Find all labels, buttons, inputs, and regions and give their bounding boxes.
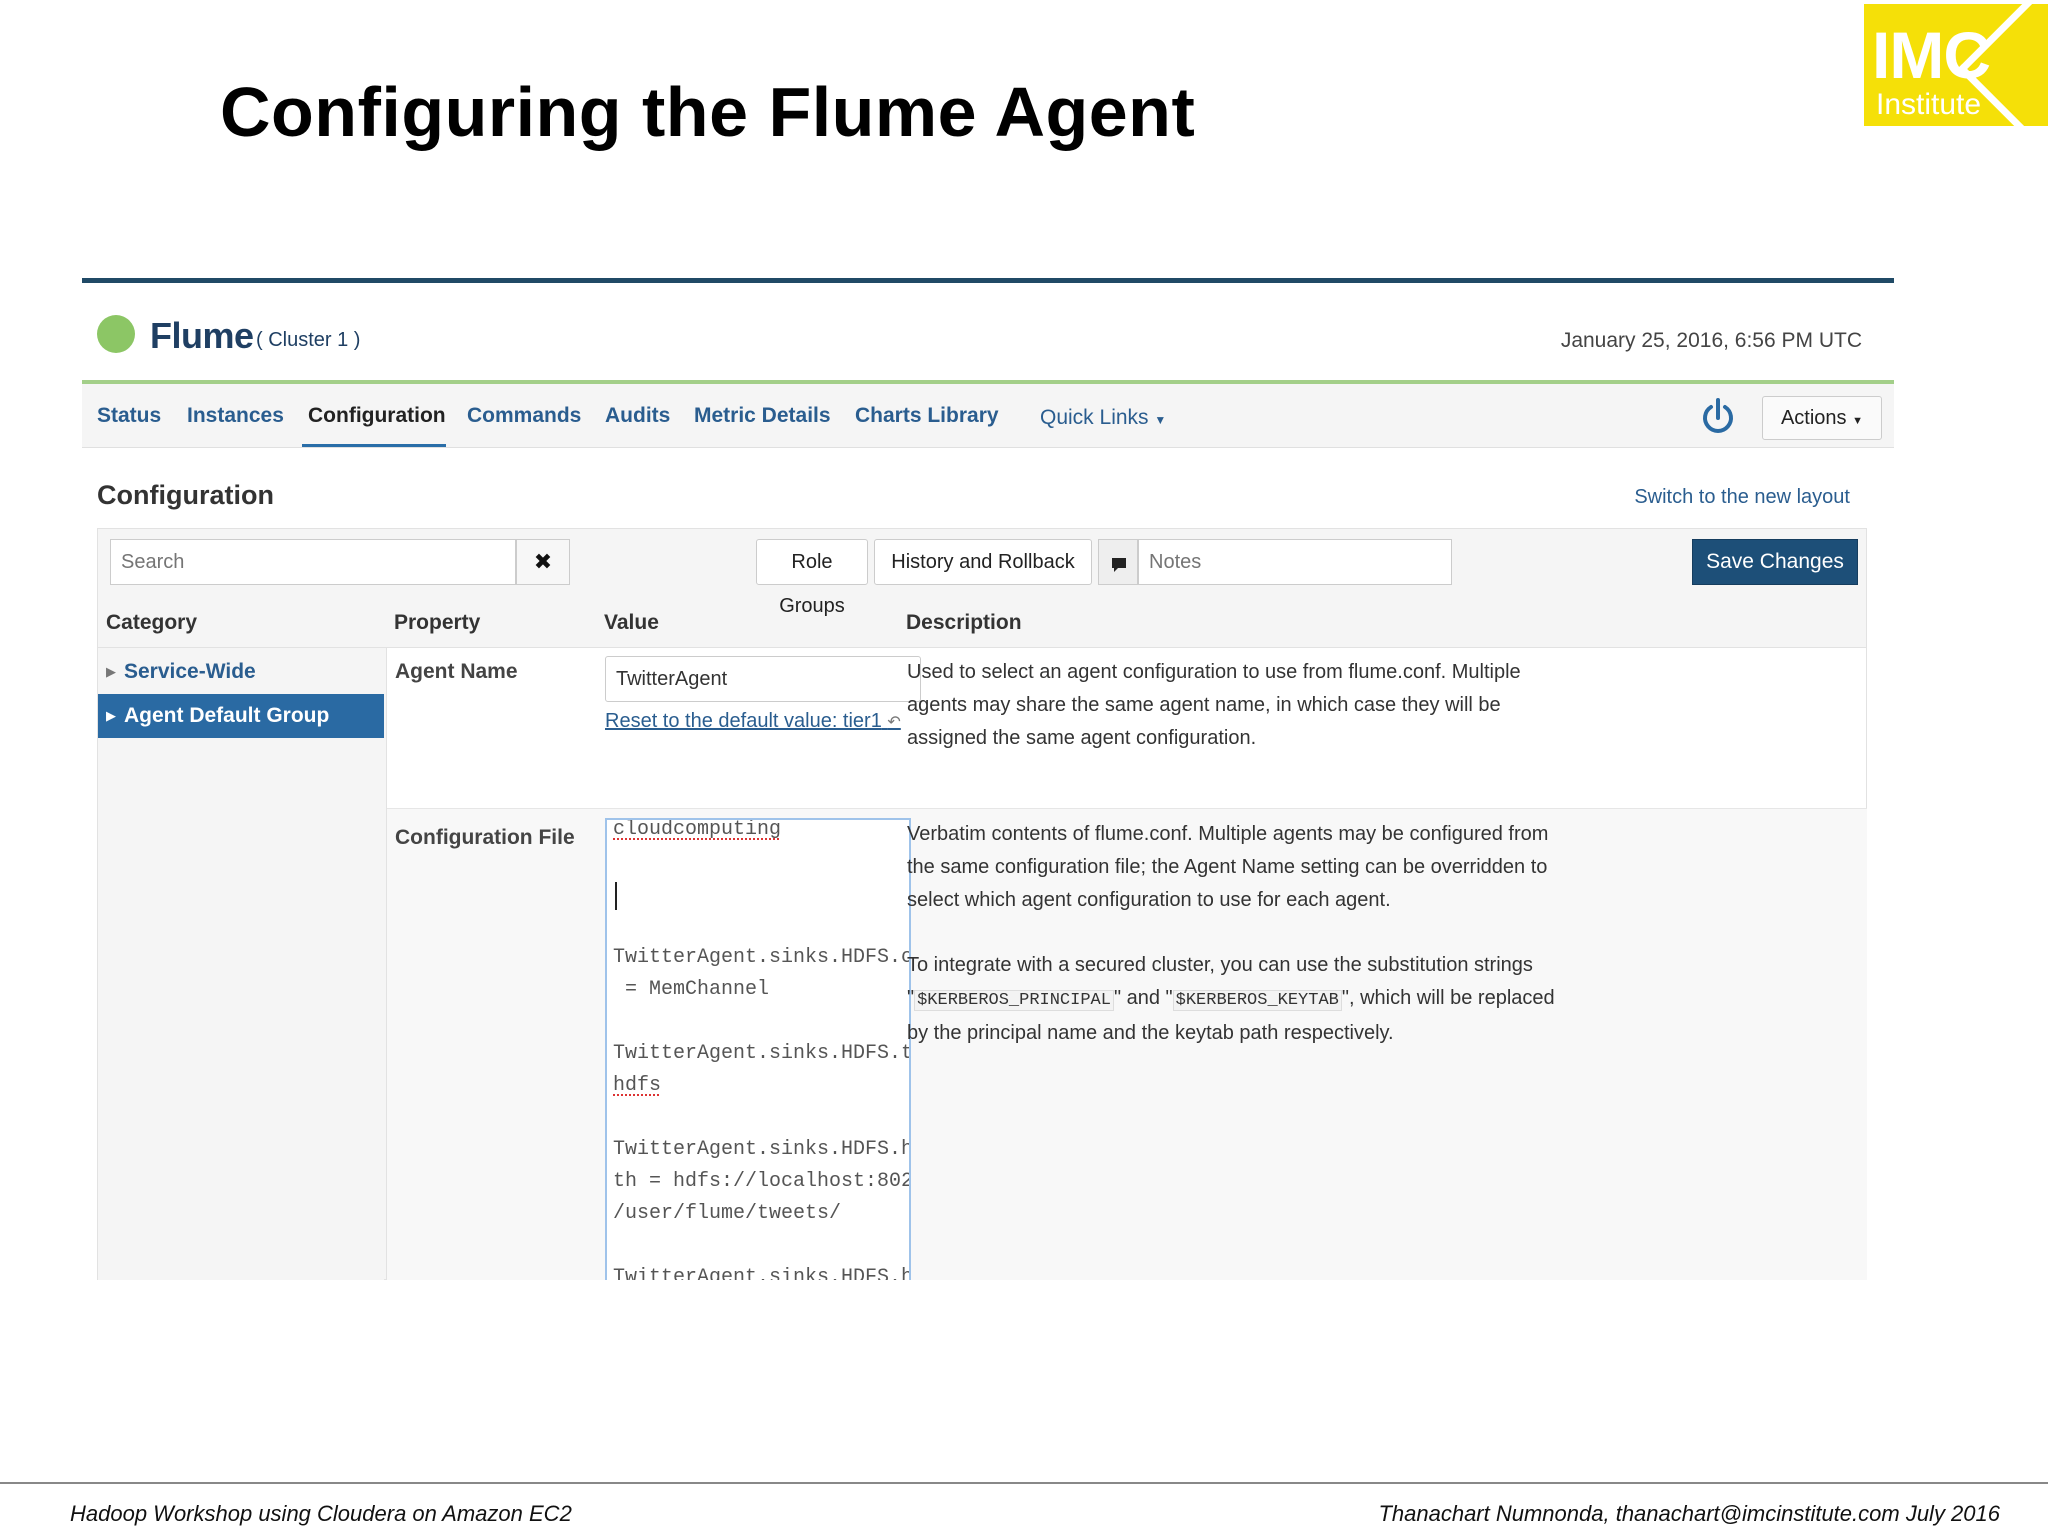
code-line: TwitterAgent.sinks.HDFS.hdfs.pa — [613, 1138, 911, 1161]
config-file-textarea[interactable]: cloudcomputing​​​TwitterAgent.sinks.HDFS… — [605, 818, 911, 1280]
clear-search-button[interactable]: ✖ — [516, 539, 570, 585]
footer-left-text: Hadoop Workshop using Cloudera on Amazon… — [70, 1501, 572, 1526]
category-agent-default-group[interactable]: ▶ Agent Default Group — [98, 694, 384, 738]
code-line: ​ — [613, 1006, 909, 1038]
code-line: ​ — [613, 878, 909, 910]
tab-audits[interactable]: Audits — [605, 404, 670, 428]
text-cursor — [615, 882, 617, 910]
tab-commands[interactable]: Commands — [467, 404, 581, 428]
footer-divider — [0, 1482, 2048, 1484]
description-text: Used to select an agent configuration to… — [907, 661, 1521, 749]
tab-metric-details[interactable]: Metric Details — [694, 404, 831, 428]
config-code: cloudcomputing​​​TwitterAgent.sinks.HDFS… — [613, 818, 911, 1280]
nav-bar: Status Instances Configuration Commands … — [82, 384, 1894, 448]
service-name: Flume — [150, 315, 254, 356]
property-header: Property — [394, 611, 481, 634]
code-line: hdfs — [613, 1074, 662, 1097]
code-line: cloudcomputing — [613, 818, 782, 841]
footer-right-text: Thanachart Numnonda, thanachart@imcinsti… — [1378, 1501, 2000, 1526]
description-header: Description — [906, 611, 1022, 634]
switch-layout-link[interactable]: Switch to the new layout — [1634, 486, 1850, 509]
cluster-label[interactable]: ( Cluster 1 ) — [256, 329, 360, 352]
power-icon[interactable] — [1698, 396, 1738, 436]
caret-down-icon: ▼ — [1154, 413, 1167, 427]
save-changes-button[interactable]: Save Changes — [1692, 539, 1858, 585]
config-file-label: Configuration File — [395, 826, 575, 849]
keytab-code: $KERBEROS_KEYTAB — [1172, 990, 1342, 1011]
timestamp: January 25, 2016, 6:56 PM UTC — [1560, 329, 1862, 352]
code-line: th = hdfs://localhost:8020 — [613, 1170, 911, 1193]
category-service-wide[interactable]: ▶ Service-Wide — [98, 650, 384, 694]
page-title: Configuration — [97, 480, 274, 510]
agent-name-description: Used to select an agent configuration to… — [907, 656, 1567, 787]
principal-code: $KERBEROS_PRINCIPAL — [914, 990, 1114, 1011]
tab-configuration[interactable]: Configuration — [308, 404, 446, 428]
agent-name-label: Agent Name — [395, 660, 518, 683]
code-line: TwitterAgent.sinks.HDFS.hdfs.fi — [613, 1266, 911, 1280]
reset-label: Reset to the default value: tier1 — [605, 710, 882, 732]
actions-button[interactable]: Actions ▼ — [1762, 396, 1882, 440]
undo-icon: ↶ — [887, 714, 901, 731]
category-header: Category — [106, 611, 198, 634]
comment-icon — [1112, 558, 1126, 572]
active-tab-indicator — [302, 444, 446, 447]
imc-logo: IMC Institute — [1864, 4, 2048, 126]
reset-default-link[interactable]: Reset to the default value: tier1 ↶ — [605, 710, 901, 733]
cloudera-screenshot: Flume ( Cluster 1 ) January 25, 2016, 6:… — [82, 278, 1894, 1280]
notes-input[interactable] — [1138, 539, 1452, 585]
category-list: ▶ Service-Wide ▶ Agent Default Group — [98, 648, 384, 1280]
code-line: TwitterAgent.sinks.HDFS.type = — [613, 1042, 909, 1065]
search-input[interactable] — [110, 539, 516, 585]
code-line: ​ — [613, 1230, 909, 1262]
close-icon: ✖ — [533, 549, 553, 574]
caret-right-icon: ▶ — [106, 664, 116, 679]
code-line: /user/flume/tweets/ — [613, 1202, 842, 1225]
status-dot-icon — [97, 315, 135, 353]
code-line: ​ — [613, 1102, 909, 1134]
category-label: Service-Wide — [124, 660, 256, 683]
notes-icon-box — [1098, 539, 1138, 585]
service-header: Flume ( Cluster 1 ) January 25, 2016, 6:… — [82, 283, 1894, 359]
property-list: Agent Name TwitterAgent Reset to the def… — [386, 648, 1867, 1280]
quick-links-label: Quick Links — [1040, 406, 1149, 429]
role-groups-button[interactable]: Role Groups — [756, 539, 868, 617]
logo-subtext: Institute — [1876, 88, 1982, 121]
description-text: Verbatim contents of flume.conf. Multipl… — [907, 823, 1549, 911]
value-header: Value — [604, 611, 659, 634]
description-text-secure: To integrate with a secured cluster, you… — [907, 954, 1555, 1044]
actions-label: Actions — [1780, 407, 1847, 429]
config-toolbar: ✖ Role Groups History and Rollback Save … — [98, 529, 1866, 617]
category-label: Agent Default Group — [124, 704, 330, 727]
quick-links-dropdown[interactable]: Quick Links ▼ — [1040, 406, 1166, 430]
slide-title: Configuring the Flume Agent — [220, 73, 1196, 151]
tab-charts-library[interactable]: Charts Library — [855, 404, 999, 428]
code-line: ​ — [613, 910, 909, 942]
tab-instances[interactable]: Instances — [187, 404, 284, 428]
history-rollback-button[interactable]: History and Rollback — [874, 539, 1092, 585]
agent-name-input[interactable]: TwitterAgent — [605, 656, 921, 702]
caret-right-icon: ▶ — [106, 708, 116, 723]
configuration-panel: ✖ Role Groups History and Rollback Save … — [97, 528, 1867, 1280]
config-file-description: Verbatim contents of flume.conf. Multipl… — [907, 818, 1567, 1082]
code-line: ​ — [613, 846, 909, 878]
code-line: TwitterAgent.sinks.HDFS.channel — [613, 946, 911, 969]
caret-down-icon: ▼ — [1852, 415, 1864, 427]
tab-status[interactable]: Status — [97, 404, 161, 428]
code-line: = MemChannel — [613, 978, 770, 1001]
